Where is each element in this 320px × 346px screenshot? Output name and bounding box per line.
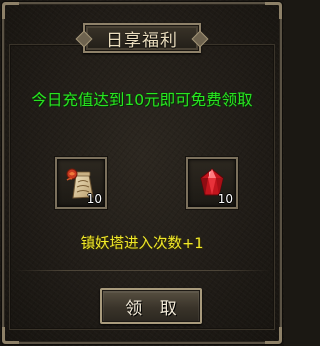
title-plaque: 日享福利 bbox=[83, 23, 201, 53]
reward-slot-gem[interactable]: 10 bbox=[186, 157, 238, 209]
frame-corner-ornament bbox=[265, 327, 282, 344]
divider bbox=[14, 270, 270, 271]
dialog-title: 日享福利 bbox=[106, 30, 178, 51]
reward-description: 镇妖塔进入次数+1 bbox=[80, 236, 204, 252]
frame-corner-ornament bbox=[2, 327, 19, 344]
daily-welfare-dialog: 日享福利 今日充值达到10元即可免费领取 10 10 镇妖塔进入次数+1 领 取 bbox=[0, 0, 284, 346]
claim-button-label: 领 取 bbox=[125, 298, 183, 319]
claim-button[interactable]: 领 取 bbox=[100, 288, 202, 324]
recharge-requirement-text: 今日充值达到10元即可免费领取 bbox=[31, 91, 253, 109]
frame-corner-ornament bbox=[265, 2, 282, 19]
reward-slot-scroll[interactable]: 10 bbox=[55, 157, 107, 209]
reward-count: 10 bbox=[217, 192, 233, 206]
frame-corner-ornament bbox=[2, 2, 19, 19]
reward-count: 10 bbox=[86, 192, 102, 206]
